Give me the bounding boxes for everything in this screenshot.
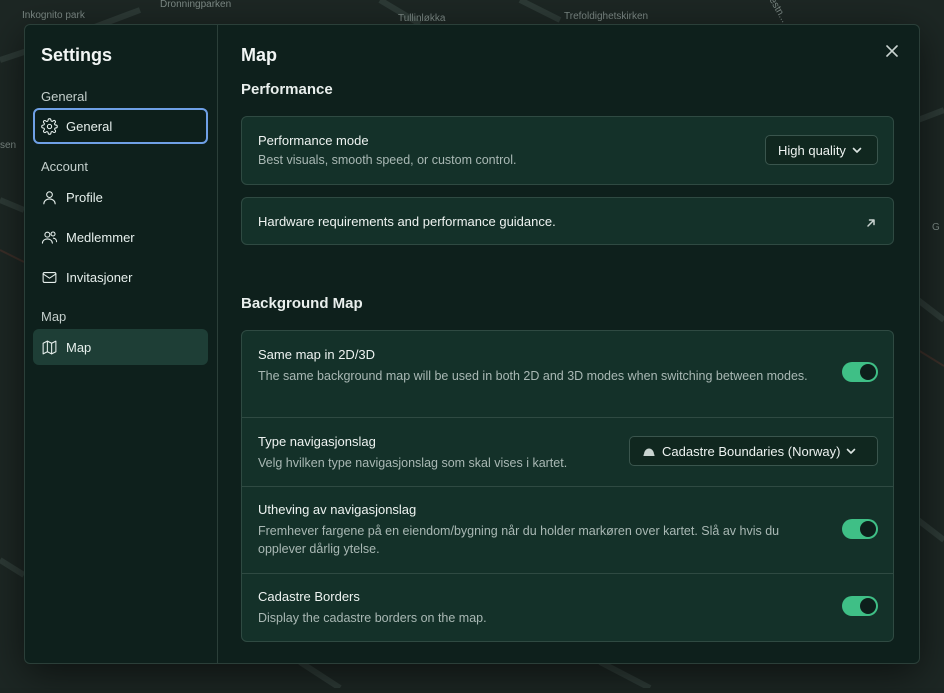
background-map-heading: Background Map (241, 295, 363, 312)
setting-row-title: Type navigasjonslag (258, 434, 376, 449)
setting-row-desc: Fremhever fargene på en eiendom/bygning … (258, 524, 780, 556)
close-icon (886, 45, 898, 57)
sidebar-item-label: Profile (66, 189, 103, 205)
performance-mode-select[interactable]: High quality (765, 135, 878, 165)
performance-mode-desc: Best visuals, smooth speed, or custom co… (258, 153, 517, 167)
map-icon (42, 340, 57, 354)
setting-row-desc: The same background map will be used in … (258, 369, 808, 383)
background-map-card: Same map in 2D/3D The same background ma… (241, 330, 894, 642)
setting-row-desc: Velg hvilken type navigasjonslag som ska… (258, 456, 568, 470)
navigation-layer-select[interactable]: Cadastre Boundaries (Norway) (629, 436, 878, 466)
chevron-down-icon (852, 147, 862, 153)
hardware-requirements-label: Hardware requirements and performance gu… (258, 214, 556, 229)
map-label: G (932, 222, 940, 233)
sidebar-item-label: Invitasjoner (66, 269, 133, 285)
layer-icon (643, 448, 655, 456)
sidebar-item-invitasjoner[interactable]: Invitasjoner (33, 259, 208, 295)
mail-icon (42, 271, 57, 283)
performance-mode-title: Performance mode (258, 133, 369, 148)
setting-row-highlight-navigation: Utheving av navigasjonslag Fremhever far… (242, 486, 893, 573)
sidebar-item-map[interactable]: Map (33, 329, 208, 365)
map-label: Trefoldighetskirken (564, 11, 649, 22)
settings-content: Map Performance Performance mode Best vi… (218, 25, 919, 663)
sidebar-item-label: Map (66, 339, 92, 355)
sidebar-item-general[interactable]: General (33, 108, 208, 144)
sidebar-section-account: Account (41, 159, 88, 174)
performance-mode-value: High quality (778, 142, 846, 158)
setting-row-title: Cadastre Borders (258, 589, 360, 604)
sidebar-item-medlemmer[interactable]: Medlemmer (33, 219, 208, 255)
gear-icon (41, 117, 58, 135)
close-button[interactable] (882, 41, 902, 61)
setting-row-title: Utheving av navigasjonslag (258, 502, 417, 517)
sidebar-section-map: Map (41, 309, 67, 324)
setting-row-navigation-layer-type: Type navigasjonslag Velg hvilken type na… (242, 417, 893, 486)
map-label: sen (0, 140, 17, 151)
setting-row-desc: Display the cadastre borders on the map. (258, 611, 487, 625)
sidebar-section-general: General (41, 89, 88, 104)
page-title: Map (241, 45, 277, 65)
map-label: Dronningparken (160, 0, 232, 10)
map-label: Tullinløkka (398, 13, 446, 24)
setting-row-title: Same map in 2D/3D (258, 347, 376, 362)
navigation-layer-value: Cadastre Boundaries (Norway) (662, 443, 841, 459)
same-map-toggle[interactable] (842, 362, 878, 382)
performance-heading: Performance (241, 81, 333, 98)
setting-row-same-map: Same map in 2D/3D The same background ma… (242, 331, 893, 417)
settings-sidebar: Settings General General Account Profile (25, 25, 218, 663)
map-label: Inkognito park (22, 10, 85, 21)
chevron-down-icon (847, 448, 856, 454)
performance-mode-card: Performance mode Best visuals, smooth sp… (241, 116, 894, 185)
sidebar-item-label: Medlemmer (66, 229, 135, 245)
users-icon (41, 230, 58, 244)
sidebar-item-profile[interactable]: Profile (33, 179, 208, 215)
setting-row-cadastre-borders: Cadastre Borders Display the cadastre bo… (242, 573, 893, 641)
external-link-icon (865, 216, 877, 228)
settings-modal: Settings General General Account Profile (24, 24, 920, 664)
highlight-navigation-toggle[interactable] (842, 519, 878, 539)
hardware-requirements-link[interactable]: Hardware requirements and performance gu… (241, 197, 894, 245)
sidebar-item-label: General (66, 118, 113, 134)
cadastre-borders-toggle[interactable] (842, 596, 878, 616)
sidebar-title: Settings (41, 45, 113, 65)
user-icon (43, 190, 56, 204)
